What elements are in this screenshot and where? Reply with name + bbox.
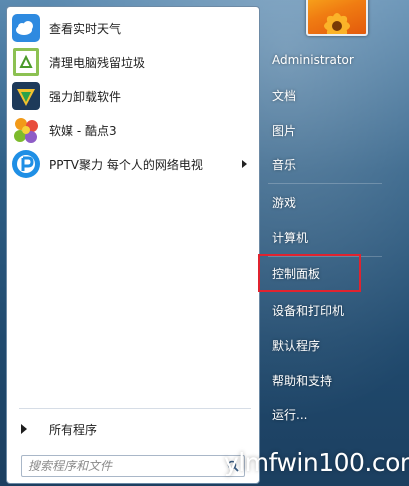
right-menu-label: 运行...: [272, 407, 308, 422]
menu-item-default-programs[interactable]: 默认程序: [268, 332, 364, 358]
app-label: 强力卸载软件: [49, 89, 122, 104]
site-watermark: ylmfwin100.com: [224, 448, 409, 477]
right-menu-label: Administrator: [272, 53, 354, 67]
submenu-arrow-icon[interactable]: [242, 160, 247, 168]
search-input[interactable]: [21, 455, 245, 477]
right-menu-label: 计算机: [272, 230, 309, 245]
colorful-cubes-icon: [11, 115, 41, 145]
app-item-cleaner[interactable]: 清理电脑残留垃圾: [7, 45, 259, 79]
control-panel-highlight-box: [258, 254, 361, 292]
app-item-kudian[interactable]: 软媒 - 酷点3: [7, 113, 259, 147]
recycle-bin-icon: [11, 47, 41, 77]
menu-item-devices-printers[interactable]: 设备和打印机: [268, 297, 364, 323]
app-label: 清理电脑残留垃圾: [49, 55, 146, 70]
right-menu-label: 设备和打印机: [272, 303, 345, 318]
pptv-icon: [11, 149, 41, 179]
menu-item-user-folder[interactable]: Administrator: [268, 47, 364, 73]
menu-item-run[interactable]: 运行...: [268, 401, 364, 427]
app-label: 查看实时天气: [49, 21, 122, 36]
right-menu-label: 文档: [272, 88, 297, 103]
right-menu-label: 图片: [272, 123, 297, 138]
right-menu-label: 默认程序: [272, 338, 321, 353]
weather-cloud-icon: [11, 13, 41, 43]
start-menu-left-panel: 查看实时天气 清理电脑残留垃圾 强力卸载软件 软媒 - 酷点3 PPTV聚力 每…: [6, 6, 260, 484]
app-label: 软媒 - 酷点3: [49, 123, 117, 138]
all-programs-arrow-icon: [21, 424, 27, 434]
app-label: PPTV聚力 每个人的网络电视: [49, 157, 203, 172]
user-account-picture[interactable]: [306, 0, 368, 36]
divider: [19, 408, 251, 409]
menu-item-documents[interactable]: 文档: [268, 82, 364, 108]
right-menu-label: 游戏: [272, 195, 297, 210]
divider: [268, 183, 382, 184]
right-menu-label: 音乐: [272, 157, 297, 172]
app-item-weather[interactable]: 查看实时天气: [7, 11, 259, 45]
app-item-pptv[interactable]: PPTV聚力 每个人的网络电视: [7, 147, 259, 181]
menu-item-games[interactable]: 游戏: [268, 189, 364, 215]
pinned-programs-list: 查看实时天气 清理电脑残留垃圾 强力卸载软件 软媒 - 酷点3 PPTV聚力 每…: [7, 11, 259, 181]
uninstall-shield-icon: [11, 81, 41, 111]
menu-item-music[interactable]: 音乐: [268, 151, 364, 177]
menu-item-help-support[interactable]: 帮助和支持: [268, 367, 364, 393]
menu-item-pictures[interactable]: 图片: [268, 117, 364, 143]
all-programs-button[interactable]: 所有程序: [17, 417, 253, 441]
right-menu-label: 帮助和支持: [272, 373, 333, 388]
flower-picture-icon: [324, 13, 350, 34]
app-item-uninstaller[interactable]: 强力卸载软件: [7, 79, 259, 113]
menu-item-computer[interactable]: 计算机: [268, 224, 364, 250]
all-programs-label: 所有程序: [49, 422, 98, 437]
